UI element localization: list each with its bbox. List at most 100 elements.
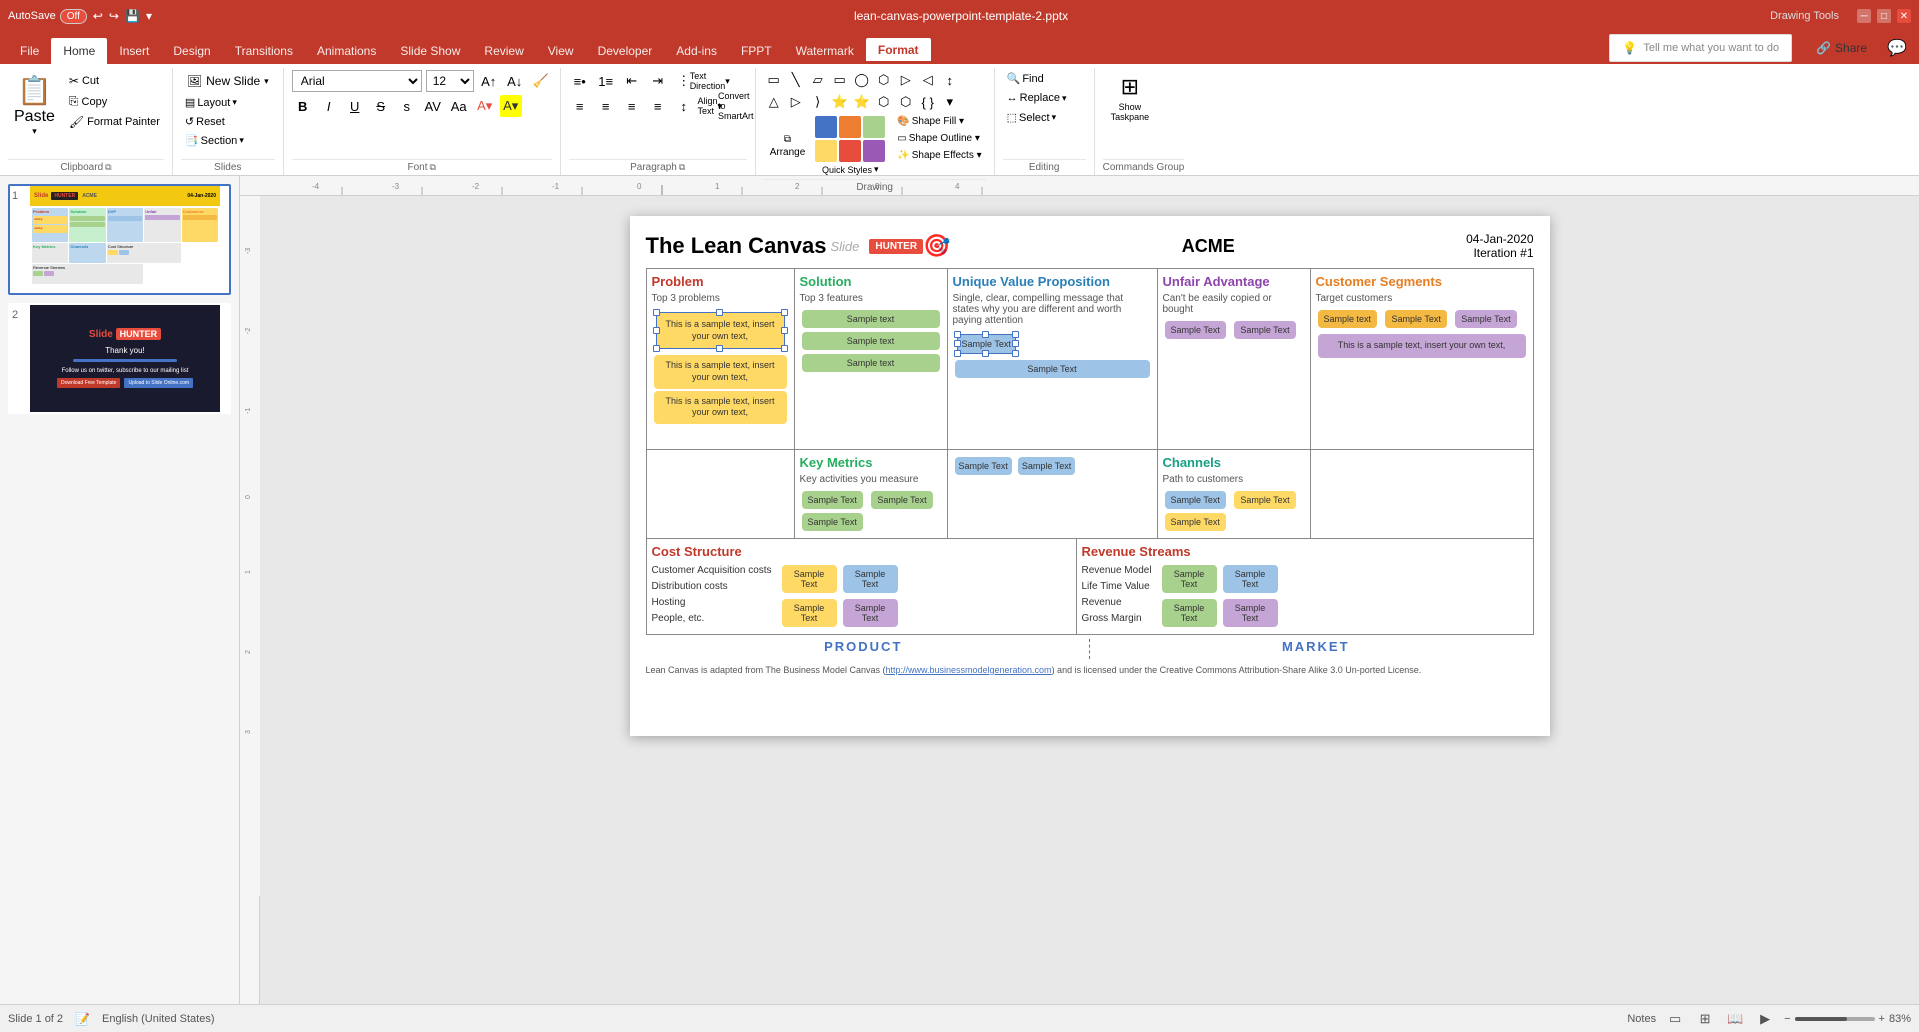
lc-problem-cell[interactable]: Problem Top 3 problems xyxy=(647,269,795,449)
shape-btn-6[interactable]: ⬡ xyxy=(874,70,894,90)
revenue-item-2[interactable]: SampleText xyxy=(1223,565,1278,593)
shape-arrow-down[interactable]: ↕ xyxy=(940,70,960,90)
shape-effects-button[interactable]: ✨ Shape Effects ▾ xyxy=(893,148,985,163)
character-spacing-button[interactable]: AV xyxy=(422,95,444,117)
uvp-bottom-item-1[interactable]: Sample Text xyxy=(955,457,1012,475)
strikethrough-button[interactable]: S xyxy=(370,95,392,117)
tab-home[interactable]: Home xyxy=(51,38,107,64)
handle-tr[interactable] xyxy=(781,309,788,316)
handle-br[interactable] xyxy=(781,345,788,352)
handle-bl[interactable] xyxy=(653,345,660,352)
tab-animations[interactable]: Animations xyxy=(305,38,388,64)
text-direction-button[interactable]: Text Direction ▾ xyxy=(699,70,721,92)
paste-dropdown[interactable]: ▾ xyxy=(32,126,37,137)
clear-format-button[interactable]: 🧹 xyxy=(530,70,552,92)
problem-sticky-1[interactable]: This is a sample text, insert your own t… xyxy=(656,312,785,349)
zoom-level[interactable]: 83% xyxy=(1889,1013,1911,1025)
font-size-select[interactable]: 12 xyxy=(426,70,474,92)
cost-item-3[interactable]: SampleText xyxy=(782,599,837,627)
shape-btn-12[interactable]: ▷ xyxy=(786,92,806,112)
tab-watermark[interactable]: Watermark xyxy=(784,38,866,64)
shape-btn-2[interactable]: ╲ xyxy=(786,70,806,90)
channels-item-2[interactable]: Sample Text xyxy=(1234,491,1295,509)
tab-addins[interactable]: Add-ins xyxy=(664,38,729,64)
unfair-item-2[interactable]: Sample Text xyxy=(1234,321,1295,339)
slide-thumb-1[interactable]: 1 Slide HUNTER ACME 04-Jan-2020 Problems… xyxy=(8,184,231,295)
handle-tl[interactable] xyxy=(653,309,660,316)
underline-button[interactable]: U xyxy=(344,95,366,117)
normal-view-button[interactable]: ▭ xyxy=(1664,1008,1686,1030)
font-expand-icon[interactable]: ⧉ xyxy=(429,162,435,173)
shape-btn-7[interactable]: ▷ xyxy=(896,70,916,90)
channels-item-3[interactable]: Sample Text xyxy=(1165,513,1226,531)
uvp-handle-tl[interactable] xyxy=(954,331,961,338)
arrange-button[interactable]: ⧉ Arrange xyxy=(764,114,812,177)
channels-item-1[interactable]: Sample Text xyxy=(1165,491,1226,509)
increase-font-button[interactable]: A↑ xyxy=(478,70,500,92)
shape-outline-button[interactable]: ▭ Shape Outline ▾ xyxy=(893,131,985,146)
shape-btn-16[interactable]: ⬡ xyxy=(874,92,894,112)
reset-button[interactable]: ↺ Reset xyxy=(181,113,275,130)
align-left-button[interactable]: ≡ xyxy=(569,95,591,117)
lc-customer-cell[interactable]: Customer Segments Target customers Sampl… xyxy=(1311,269,1533,449)
shape-btn-4[interactable]: ▭ xyxy=(830,70,850,90)
revenue-item-3[interactable]: SampleText xyxy=(1162,599,1217,627)
lc-uvp-cell[interactable]: Unique Value Proposition Single, clear, … xyxy=(948,269,1158,449)
minimize-button[interactable]: ─ xyxy=(1857,9,1871,23)
uvp-handle-tm[interactable] xyxy=(982,331,989,338)
shape-btn-15[interactable]: ⭐ xyxy=(852,92,872,112)
tab-slideshow[interactable]: Slide Show xyxy=(388,38,472,64)
shadow-button[interactable]: s xyxy=(396,95,418,117)
reading-view-button[interactable]: 📖 xyxy=(1724,1008,1746,1030)
line-spacing-button[interactable]: ↕ xyxy=(673,95,695,117)
increase-indent-button[interactable]: ⇥ xyxy=(647,70,669,92)
customer-item-3[interactable]: Sample Text xyxy=(1455,310,1516,328)
uvp-sticky-1-container[interactable]: Sample Text xyxy=(955,332,1018,356)
cost-item-1[interactable]: SampleText xyxy=(782,565,837,593)
share-button[interactable]: 🔗 Share xyxy=(1804,37,1879,59)
align-center-button[interactable]: ≡ xyxy=(595,95,617,117)
tab-transitions[interactable]: Transitions xyxy=(223,38,305,64)
handle-mr[interactable] xyxy=(781,327,788,334)
uvp-bottom-item-2[interactable]: Sample Text xyxy=(1018,457,1075,475)
italic-button[interactable]: I xyxy=(318,95,340,117)
tab-fppt[interactable]: FPPT xyxy=(729,38,784,64)
comments-icon[interactable]: 💬 xyxy=(1887,38,1907,58)
zoom-in-button[interactable]: + xyxy=(1879,1013,1885,1025)
replace-button[interactable]: ↔ Replace ▾ xyxy=(1003,90,1071,106)
shape-btn-17[interactable]: ⬡ xyxy=(896,92,916,112)
handle-ml[interactable] xyxy=(653,327,660,334)
new-slide-dropdown[interactable]: ▾ xyxy=(264,76,269,87)
paste-button[interactable]: 📋 Paste ▾ xyxy=(8,70,61,139)
numbering-button[interactable]: 1≡ xyxy=(595,70,617,92)
show-taskpane-button[interactable]: ⊞ ShowTaskpane xyxy=(1103,70,1158,126)
save-icon[interactable]: 💾 xyxy=(125,9,140,23)
uvp-handle-ml[interactable] xyxy=(954,340,961,347)
clipboard-expand-icon[interactable]: ⧉ xyxy=(105,162,111,173)
handle-tm[interactable] xyxy=(716,309,723,316)
solution-item-3[interactable]: Sample text xyxy=(802,354,940,372)
layout-button[interactable]: ▤ Layout ▾ xyxy=(181,94,275,111)
lc-unfair-cell[interactable]: Unfair Advantage Can't be easily copied … xyxy=(1158,269,1311,449)
shape-more[interactable]: ▾ xyxy=(940,92,960,112)
select-button[interactable]: ⬚ Select ▾ xyxy=(1003,109,1071,126)
change-case-button[interactable]: Aa xyxy=(448,95,470,117)
shape-btn-11[interactable]: △ xyxy=(764,92,784,112)
notes-button[interactable]: Notes xyxy=(1627,1013,1656,1025)
tell-me-bar[interactable]: 💡 Tell me what you want to do xyxy=(1609,34,1792,62)
slide-canvas[interactable]: The Lean Canvas Slide HUNTER 🎯 ACME 04-J… xyxy=(630,216,1550,736)
revenue-item-1[interactable]: SampleText xyxy=(1162,565,1217,593)
lc-cost-cell[interactable]: Cost Structure Customer Acquisition cost… xyxy=(647,539,1077,634)
quick-styles-button[interactable]: Quick Styles ▾ xyxy=(813,114,887,177)
uvp-sticky-1[interactable]: Sample Text xyxy=(957,334,1016,354)
align-right-button[interactable]: ≡ xyxy=(621,95,643,117)
slide-thumb-2[interactable]: 2 Slide HUNTER Thank you! Follow us on t… xyxy=(8,303,231,414)
find-button[interactable]: 🔍 Find xyxy=(1003,70,1071,87)
shape-fill-button[interactable]: 🎨 Shape Fill ▾ xyxy=(893,114,985,129)
tab-view[interactable]: View xyxy=(536,38,586,64)
uvp-handle-bl[interactable] xyxy=(954,350,961,357)
convert-smartart-button[interactable]: Convert to SmartArt xyxy=(725,95,747,117)
keymetrics-item-3[interactable]: Sample Text xyxy=(802,513,863,531)
shape-btn-13[interactable]: ⟩ xyxy=(808,92,828,112)
solution-item-2[interactable]: Sample text xyxy=(802,332,940,350)
